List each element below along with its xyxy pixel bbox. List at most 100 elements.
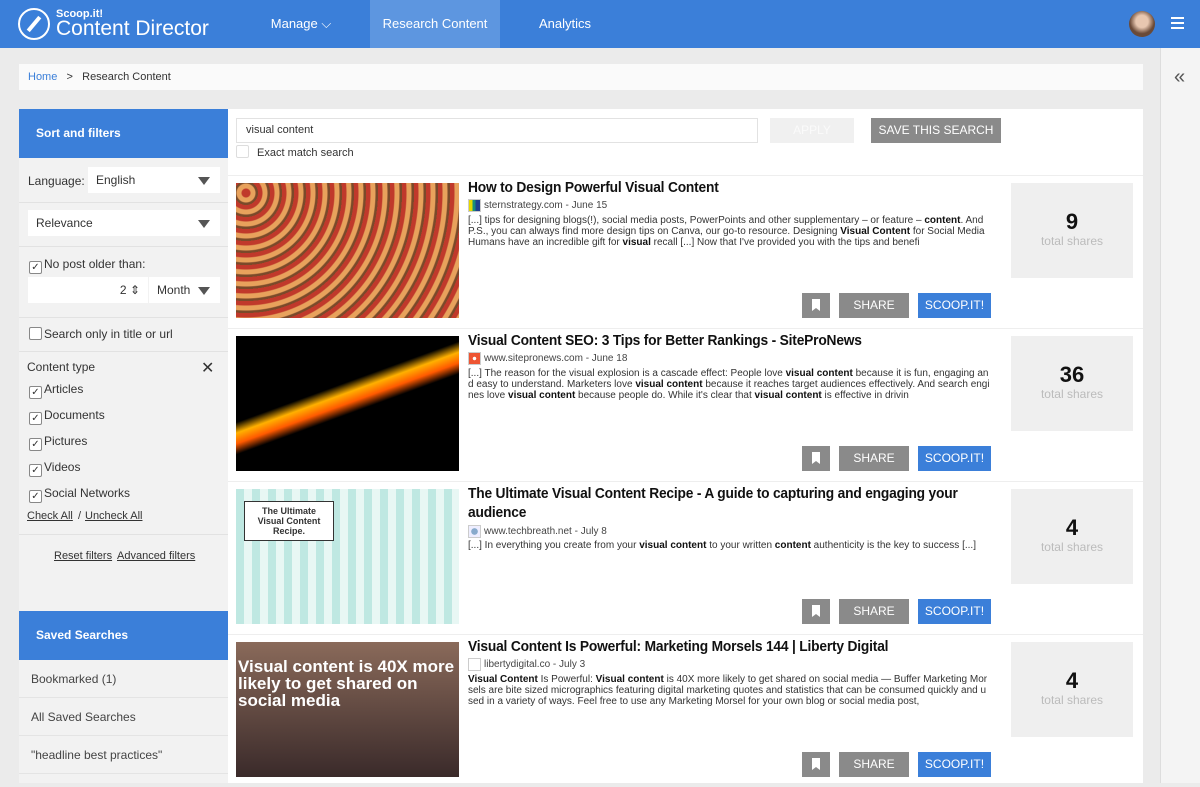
title-only-checkbox[interactable]	[29, 327, 42, 340]
share-button[interactable]: SHARE	[839, 599, 909, 624]
article-title[interactable]: How to Design Powerful Visual Content	[468, 179, 962, 198]
sort-value: Relevance	[36, 216, 93, 230]
shares-box: 9 total shares	[1011, 183, 1133, 278]
breadcrumb-home[interactable]: Home	[28, 71, 57, 83]
shares-label: total shares	[1040, 693, 1104, 707]
shares-box: 36 total shares	[1011, 336, 1133, 431]
sort-filters-header: Sort and filters	[19, 109, 228, 158]
shares-count: 36	[1059, 362, 1085, 387]
source-favicon-icon	[468, 525, 481, 538]
bookmark-button[interactable]	[802, 599, 830, 624]
nav-research-content[interactable]: Research Content	[370, 0, 500, 48]
social-networks-checkbox[interactable]: ✓	[29, 490, 42, 503]
dropdown-arrow-icon	[198, 177, 210, 185]
advanced-filters-link[interactable]: Advanced filters	[117, 550, 195, 562]
nav-manage[interactable]: Manage ⌵	[232, 0, 370, 48]
shares-count: 4	[1065, 515, 1079, 540]
slash: /	[78, 510, 82, 522]
article-title[interactable]: The Ultimate Visual Content Recipe - A g…	[468, 485, 962, 523]
language-value: English	[96, 173, 136, 187]
sidebar: Sort and filters Language: English Relev…	[19, 109, 228, 783]
reset-filters-link[interactable]: Reset filters	[54, 550, 112, 562]
pictures-checkbox[interactable]: ✓	[29, 438, 42, 451]
documents-checkbox[interactable]: ✓	[29, 412, 42, 425]
shares-label: total shares	[1040, 540, 1104, 554]
article-thumbnail[interactable]: The Ultimate Visual Content Recipe.	[236, 489, 459, 624]
no-older-label: No post older than:	[44, 257, 146, 271]
scoop-it-button[interactable]: SCOOP.IT!	[918, 599, 991, 624]
saved-search-item[interactable]: All Saved Searches	[19, 698, 228, 736]
scoop-it-button[interactable]: SCOOP.IT!	[918, 293, 991, 318]
breadcrumb-current: Research Content	[82, 71, 171, 83]
hamburger-menu-icon[interactable]	[1171, 17, 1184, 29]
no-older-unit-select[interactable]: Month	[149, 277, 220, 303]
saved-searches-header: Saved Searches	[19, 611, 228, 660]
compass-icon	[18, 8, 50, 40]
language-select[interactable]: English	[88, 167, 220, 193]
uncheck-all-link[interactable]: Uncheck All	[85, 510, 142, 522]
article-card: How to Design Powerful Visual Content st…	[228, 175, 1143, 328]
article-snippet: [...] tips for designing blogs(!), socia…	[468, 215, 985, 248]
thumbnail-text: The Ultimate Visual Content Recipe.	[244, 501, 334, 541]
exact-match-label: Exact match search	[257, 147, 354, 159]
dropdown-arrow-icon	[198, 220, 210, 228]
no-older-number-input[interactable]: 2 ⇕	[28, 277, 148, 303]
articles-checkbox[interactable]: ✓	[29, 386, 42, 399]
article-thumbnail[interactable]: Visual content is 40X more likely to get…	[236, 642, 459, 777]
bookmark-button[interactable]	[802, 293, 830, 318]
article-source[interactable]: sternstrategy.com - June 15	[484, 200, 607, 211]
breadcrumb: Home > Research Content	[19, 64, 1143, 90]
scoop-it-button[interactable]: SCOOP.IT!	[918, 752, 991, 777]
share-button[interactable]: SHARE	[839, 446, 909, 471]
shares-count: 9	[1065, 209, 1079, 234]
avatar[interactable]	[1129, 11, 1155, 37]
save-search-button[interactable]: SAVE THIS SEARCH	[871, 118, 1001, 143]
bookmark-button[interactable]	[802, 752, 830, 777]
article-snippet: [...] The reason for the visual explosio…	[468, 368, 990, 401]
dropdown-arrow-icon	[198, 287, 210, 295]
sort-select[interactable]: Relevance	[28, 210, 220, 236]
check-all-link[interactable]: Check All	[27, 510, 73, 522]
bookmark-button[interactable]	[802, 446, 830, 471]
source-favicon-icon	[468, 199, 481, 212]
apply-button[interactable]: APPLY	[770, 118, 854, 143]
title-only-label: Search only in title or url	[44, 327, 173, 341]
content-type-label: Content type	[27, 360, 96, 374]
breadcrumb-separator: >	[66, 71, 73, 83]
article-source[interactable]: www.techbreath.net - July 8	[484, 526, 607, 537]
nav-analytics[interactable]: Analytics	[500, 0, 630, 48]
shares-label: total shares	[1040, 234, 1104, 248]
thumbnail-text: Visual content is 40X more likely to get…	[238, 657, 455, 710]
share-button[interactable]: SHARE	[839, 752, 909, 777]
content-type-social: Social Networks	[44, 486, 131, 500]
article-source[interactable]: libertydigital.co - July 3	[484, 659, 585, 670]
saved-search-item[interactable]: Bookmarked (1)	[19, 660, 228, 698]
language-label: Language:	[28, 174, 85, 188]
content-type-pictures: Pictures	[44, 434, 88, 448]
unit-value: Month	[157, 283, 191, 297]
saved-search-item[interactable]: "headline best practices"	[19, 736, 228, 774]
article-source[interactable]: www.sitepronews.com - June 18	[484, 353, 627, 364]
scoop-it-button[interactable]: SCOOP.IT!	[918, 446, 991, 471]
no-older-checkbox[interactable]: ✓	[29, 261, 42, 274]
logo[interactable]: Scoop.it! Content Director	[18, 8, 209, 40]
right-panel: «	[1160, 48, 1200, 783]
results-panel: visual content APPLY SAVE THIS SEARCH Ex…	[228, 109, 1143, 783]
article-thumbnail[interactable]	[236, 183, 459, 318]
article-title[interactable]: Visual Content SEO: 3 Tips for Better Ra…	[468, 332, 962, 351]
article-thumbnail[interactable]	[236, 336, 459, 471]
source-favicon-icon	[468, 658, 481, 671]
clear-content-type-icon[interactable]: ✕	[201, 358, 214, 378]
shares-count: 4	[1065, 668, 1079, 693]
source-favicon-icon	[468, 352, 481, 365]
article-title[interactable]: Visual Content Is Powerful: Marketing Mo…	[468, 638, 962, 657]
logo-text: Content Director	[56, 17, 209, 40]
exact-match-checkbox[interactable]	[236, 145, 249, 158]
article-snippet: Visual Content Is Powerful: Visual conte…	[468, 674, 988, 707]
videos-checkbox[interactable]: ✓	[29, 464, 42, 477]
content-type-videos: Videos	[44, 460, 81, 474]
collapse-icon[interactable]: «	[1174, 66, 1185, 89]
article-card: Visual Content SEO: 3 Tips for Better Ra…	[228, 328, 1143, 481]
search-input[interactable]: visual content	[236, 118, 758, 143]
share-button[interactable]: SHARE	[839, 293, 909, 318]
